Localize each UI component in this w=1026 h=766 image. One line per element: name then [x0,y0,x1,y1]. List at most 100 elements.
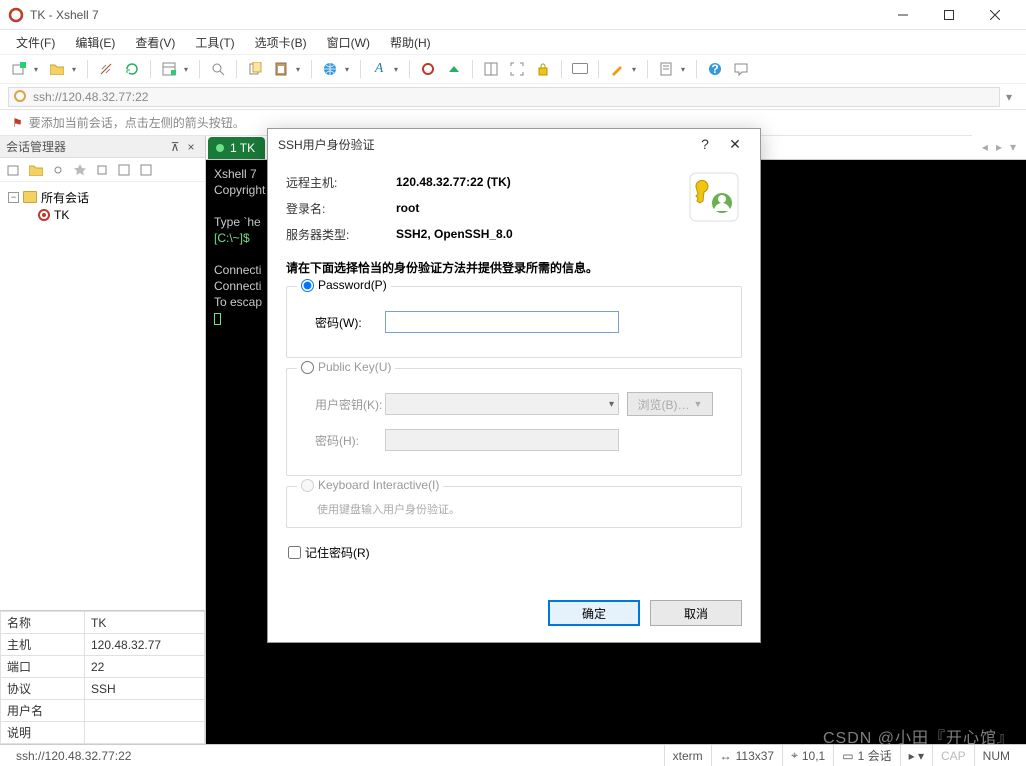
dialog-help-button[interactable]: ? [690,136,720,152]
keyboard-hint: 使用键盘输入用户身份验证。 [301,501,727,517]
menu-file[interactable]: 文件(F) [8,31,63,54]
login-label: 登录名: [286,200,396,217]
ok-button[interactable]: 确定 [548,600,640,626]
remember-checkbox-input[interactable] [288,546,301,559]
dropdown-icon[interactable]: ▾ [632,65,640,74]
flag-icon: ⚑ [12,116,23,130]
xftp-icon[interactable] [443,58,465,80]
new-session-icon[interactable] [8,58,30,80]
pk-pass-label: 密码(H): [301,432,385,449]
prop-row: 协议SSH [1,678,205,700]
status-size: ↔113x37 [711,745,782,766]
password-radio-input[interactable] [301,279,314,292]
status-num: NUM [974,745,1018,766]
collapse-icon[interactable]: − [8,192,19,203]
paste-icon[interactable] [270,58,292,80]
main-toolbar: ▾ ▾ ▾ ▾ ▾ A ▾ ▾ ▾ ? [0,54,1026,84]
ssh-auth-dialog: SSH用户身份验证 ? ✕ 远程主机:120.48.32.77:22 (TK) … [267,128,761,643]
dialog-close-button[interactable]: ✕ [720,136,750,153]
dropdown-icon[interactable]: ▾ [72,65,80,74]
reconnect-icon[interactable] [121,58,143,80]
link-icon[interactable] [48,160,68,180]
refresh-icon[interactable] [92,160,112,180]
keyboard-radio[interactable]: Keyboard Interactive(I) [297,478,443,492]
instruction-text: 请在下面选择恰当的身份验证方法并提供登录所需的信息。 [286,259,742,276]
keyboard-icon[interactable] [569,58,591,80]
remember-password-checkbox[interactable]: 记住密码(R) [288,544,742,561]
session-icon [38,209,50,221]
tree-root-node[interactable]: − 所有会话 [4,188,201,206]
dropdown-icon[interactable]: ▾ [394,65,402,74]
password-radio[interactable]: Password(P) [297,278,391,292]
menu-edit[interactable]: 编辑(E) [67,31,123,54]
sidebar-toolbar [0,158,205,182]
copy-icon[interactable] [244,58,266,80]
dropdown-icon[interactable]: ▾ [34,65,42,74]
dropdown-icon[interactable]: ▾ [296,65,304,74]
window-minimize-button[interactable] [880,0,926,30]
status-address: ssh://120.48.32.77:22 [8,745,664,766]
font-icon[interactable]: A [368,58,390,80]
menu-window[interactable]: 窗口(W) [319,31,378,54]
server-value: SSH2, OpenSSH_8.0 [396,227,513,241]
menu-tools[interactable]: 工具(T) [187,31,242,54]
dropdown-icon[interactable]: ▾ [184,65,192,74]
more-icon[interactable] [136,160,156,180]
password-input[interactable] [385,311,619,333]
status-dot-icon [216,144,224,152]
disconnect-icon[interactable] [95,58,117,80]
highlight-icon[interactable] [606,58,628,80]
sidebar-title: 会话管理器 [6,138,167,155]
sidebar-header: 会话管理器 ⊼ × [0,136,205,158]
publickey-group: Public Key(U) 用户密钥(K): ▾ 浏览(B)…▼ 密码(H): [286,368,742,476]
dialog-title: SSH用户身份验证 [278,136,690,153]
star-icon[interactable] [70,160,90,180]
filter-icon[interactable] [114,160,134,180]
help-icon[interactable]: ? [704,58,726,80]
open-session-icon[interactable] [46,58,68,80]
search-icon[interactable] [207,58,229,80]
tab-prev-icon[interactable]: ◂ [982,140,988,154]
login-value: root [396,201,419,215]
status-encoding[interactable]: ▸ ▾ [900,745,932,766]
feedback-icon[interactable] [730,58,752,80]
script-icon[interactable] [655,58,677,80]
menu-help[interactable]: 帮助(H) [382,31,439,54]
prop-row: 用户名 [1,700,205,722]
pin-icon[interactable]: ⊼ [167,140,183,154]
tree-root-label: 所有会话 [41,189,89,206]
window-maximize-button[interactable] [926,0,972,30]
tab-list-icon[interactable]: ▾ [1010,140,1016,154]
session-count-icon: ▭ [842,749,853,763]
fullscreen-icon[interactable] [506,58,528,80]
menu-tab[interactable]: 选项卡(B) [247,31,315,54]
xshell-logo-icon[interactable] [417,58,439,80]
properties-icon[interactable] [158,58,180,80]
prop-label: 用户名 [1,700,85,722]
window-titlebar: TK - Xshell 7 [0,0,1026,30]
publickey-radio-input[interactable] [301,361,314,374]
tab-next-icon[interactable]: ▸ [996,140,1002,154]
close-panel-icon[interactable]: × [183,140,199,154]
address-dropdown-icon[interactable]: ▾ [1000,90,1018,104]
address-field[interactable]: ssh://120.48.32.77:22 [8,87,1000,107]
dropdown-icon[interactable]: ▾ [345,65,353,74]
menu-view[interactable]: 查看(V) [127,31,183,54]
host-label: 远程主机: [286,174,396,191]
prop-row: 说明 [1,722,205,744]
status-bar: ssh://120.48.32.77:22 xterm ↔113x37 ⌖10,… [0,744,1026,766]
new-folder-icon[interactable] [26,160,46,180]
cancel-button[interactable]: 取消 [650,600,742,626]
tree-session-node[interactable]: TK [4,206,201,224]
prop-label: 名称 [1,612,85,634]
publickey-radio[interactable]: Public Key(U) [297,360,395,374]
window-close-button[interactable] [972,0,1018,30]
new-session-icon[interactable] [4,160,24,180]
dropdown-icon[interactable]: ▾ [681,65,689,74]
lock-icon[interactable] [532,58,554,80]
prop-value [85,722,205,744]
prop-row: 主机120.48.32.77 [1,634,205,656]
globe-icon[interactable] [319,58,341,80]
session-tab[interactable]: 1 TK [208,137,265,159]
layout-icon[interactable] [480,58,502,80]
